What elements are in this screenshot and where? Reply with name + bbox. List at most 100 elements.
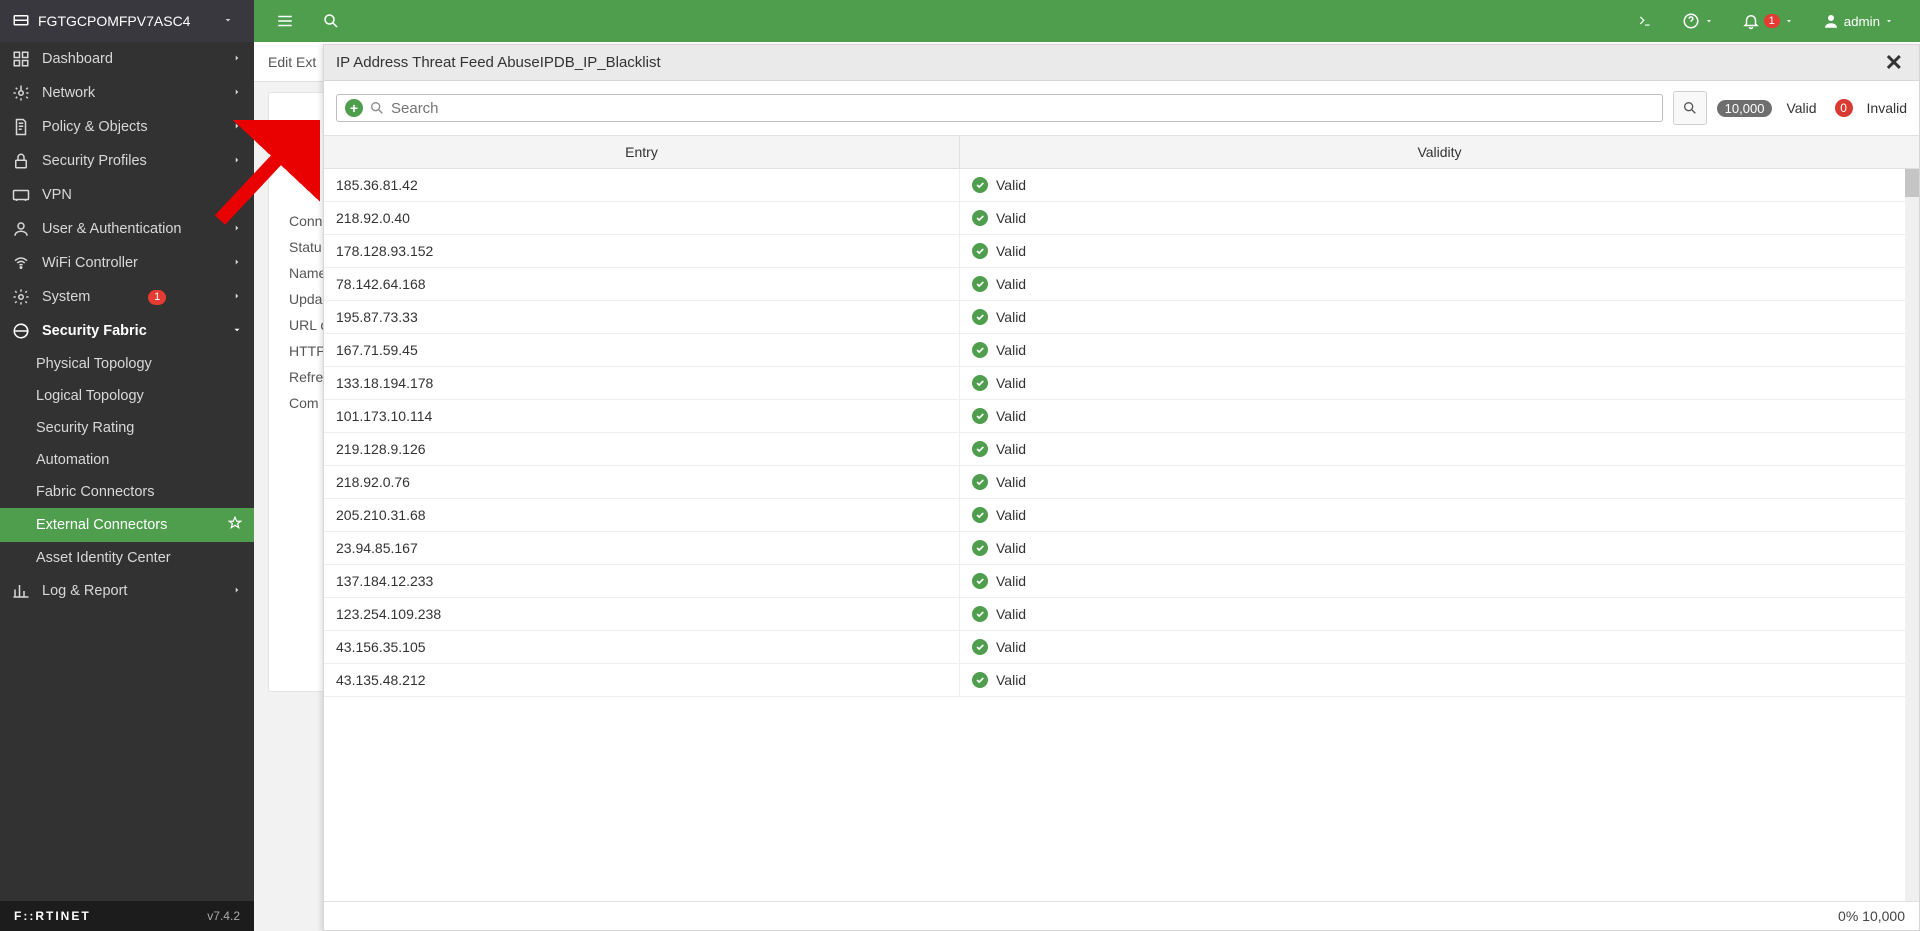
cell-entry: 167.71.59.45 [324,334,960,366]
global-search-button[interactable] [316,6,346,36]
sidebar-item-label: VPN [42,187,72,203]
sidebar-badge: 1 [148,290,166,305]
threat-feed-dialog: IP Address Threat Feed AbuseIPDB_IP_Blac… [323,44,1920,931]
menu-toggle-button[interactable] [270,6,300,36]
table-row[interactable]: 123.254.109.238Valid [324,598,1919,631]
cell-validity: Valid [960,202,1919,234]
brand-label: F::RTINET [14,909,91,923]
sidebar-sub-asset-identity-center[interactable]: Asset Identity Center [0,542,254,574]
chevron-right-icon [232,291,242,301]
table-body[interactable]: 185.36.81.42Valid218.92.0.40Valid178.128… [324,169,1919,901]
chevron-right-icon [232,223,242,233]
validity-label: Valid [996,507,1026,523]
check-icon [972,606,988,622]
scrollbar-thumb[interactable] [1905,169,1919,197]
cell-entry: 123.254.109.238 [324,598,960,630]
chevron-right-icon [232,53,242,63]
sidebar-sub-external-connectors[interactable]: External Connectors [0,508,254,542]
cell-validity: Valid [960,499,1919,531]
table-row[interactable]: 78.142.64.168Valid [324,268,1919,301]
sidebar-item-vpn[interactable]: VPN [0,178,254,212]
notification-badge: 1 [1764,14,1780,28]
cell-entry: 205.210.31.68 [324,499,960,531]
table-header: Entry Validity [324,135,1919,169]
sidebar-item-user-authentication[interactable]: User & Authentication [0,212,254,246]
vpn-icon [12,186,30,204]
search-icon [1682,100,1698,116]
dashboard-icon [12,50,30,68]
check-icon [972,342,988,358]
dialog-close-button[interactable]: ✕ [1881,50,1907,76]
hostname-selector[interactable]: FGTGCPOMFPV7ASC4 [0,0,254,42]
cli-console-button[interactable] [1630,8,1660,34]
table-row[interactable]: 167.71.59.45Valid [324,334,1919,367]
search-icon [369,100,385,116]
dialog-title: IP Address Threat Feed AbuseIPDB_IP_Blac… [336,54,661,71]
sidebar-item-security-profiles[interactable]: Security Profiles [0,144,254,178]
table-row[interactable]: 205.210.31.68 Valid [324,499,1919,532]
column-validity[interactable]: Validity [960,136,1919,168]
cell-entry: 137.184.12.233 [324,565,960,597]
sidebar-sub-automation[interactable]: Automation [0,444,254,476]
sidebar-item-network[interactable]: Network [0,76,254,110]
add-icon[interactable]: + [345,99,363,117]
sidebar-sub-security-rating[interactable]: Security Rating [0,412,254,444]
fabric-icon [12,322,30,340]
sidebar-item-label: Log & Report [42,583,127,599]
table-row[interactable]: 218.92.0.40Valid [324,202,1919,235]
sidebar-item-policy-objects[interactable]: Policy & Objects [0,110,254,144]
valid-count-pill: 10,000 [1717,100,1773,117]
star-icon[interactable] [228,516,242,534]
table-row[interactable]: 137.184.12.233 Valid [324,565,1919,598]
invalid-count-pill: 0 [1835,99,1853,117]
cell-entry: 219.128.9.126 [324,433,960,465]
sidebar-item-label: Network [42,85,95,101]
sidebar-item-system[interactable]: System1 [0,280,254,314]
check-icon [972,540,988,556]
scrollbar-track[interactable] [1905,169,1919,901]
user-menu-button[interactable]: admin [1816,6,1900,36]
table-row[interactable]: 43.156.35.105Valid [324,631,1919,664]
chevron-right-icon [232,585,242,595]
table-row[interactable]: 101.173.10.114Valid [324,400,1919,433]
check-icon [972,441,988,457]
sidebar-item-security-fabric[interactable]: Security Fabric [0,314,254,348]
table-row[interactable]: 218.92.0.76Valid [324,466,1919,499]
table-row[interactable]: 133.18.194.178Valid [324,367,1919,400]
validity-label: Valid [996,243,1026,259]
cell-validity: Valid [960,631,1919,663]
table-row[interactable]: 43.135.48.212Valid [324,664,1919,697]
sidebar-sub-fabric-connectors[interactable]: Fabric Connectors [0,476,254,508]
table-row[interactable]: 23.94.85.167Valid [324,532,1919,565]
cell-entry: 178.128.93.152 [324,235,960,267]
sidebar-sub-physical-topology[interactable]: Physical Topology [0,348,254,380]
table-row[interactable]: 185.36.81.42Valid [324,169,1919,202]
sidebar-item-wifi-controller[interactable]: WiFi Controller [0,246,254,280]
chart-icon [12,582,30,600]
check-icon [972,507,988,523]
cell-validity: Valid [960,169,1919,201]
sidebar-item-dashboard[interactable]: Dashboard [0,42,254,76]
check-icon [972,408,988,424]
check-icon [972,243,988,259]
column-entry[interactable]: Entry [324,136,960,168]
invalid-label: Invalid [1867,100,1907,116]
chevron-down-icon [1784,16,1794,26]
search-input-wrap[interactable]: + [336,94,1663,122]
validity-label: Valid [996,573,1026,589]
table-row[interactable]: 195.87.73.33Valid [324,301,1919,334]
sidebar-item-label: Logical Topology [36,388,144,404]
top-header: FGTGCPOMFPV7ASC4 1 admin [0,0,1920,42]
help-button[interactable] [1676,6,1720,36]
table-row[interactable]: 178.128.93.152 Valid [324,235,1919,268]
search-button[interactable] [1673,91,1707,125]
check-icon [972,177,988,193]
notifications-button[interactable]: 1 [1736,6,1800,36]
sidebar-sub-logical-topology[interactable]: Logical Topology [0,380,254,412]
validity-label: Valid [996,309,1026,325]
bell-icon [1742,12,1760,30]
cell-entry: 133.18.194.178 [324,367,960,399]
table-row[interactable]: 219.128.9.126Valid [324,433,1919,466]
search-input[interactable] [391,100,1654,117]
sidebar-item-log-report[interactable]: Log & Report [0,574,254,608]
